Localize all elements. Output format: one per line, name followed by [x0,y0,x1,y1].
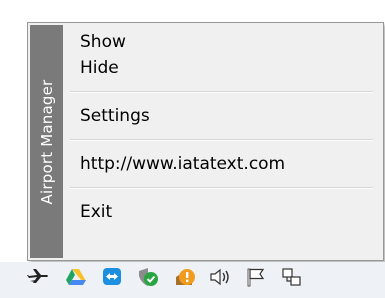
menu-item-exit[interactable]: Exit [66,199,379,225]
airplane-icon[interactable] [26,266,50,288]
teamviewer-icon[interactable] [100,266,124,288]
volume-icon[interactable] [208,266,232,288]
menu-side-band: Airport Manager [30,25,63,258]
tray-context-menu: Airport Manager Show Hide Settings http:… [27,22,384,261]
menu-item-show[interactable]: Show [66,29,379,55]
screen: Airport Manager Show Hide Settings http:… [0,0,385,298]
google-drive-icon[interactable] [64,266,88,288]
menu-separator [70,187,373,189]
action-center-flag-icon[interactable] [244,266,268,288]
menu-item-settings[interactable]: Settings [66,103,379,129]
network-icon[interactable] [280,266,304,288]
security-shield-icon[interactable] [136,266,160,288]
menu-item-hide[interactable]: Hide [66,55,379,81]
menu-item-website-link[interactable]: http://www.iatatext.com [66,151,379,177]
menu-separator [70,91,373,93]
menu-items: Show Hide Settings http://www.iatatext.c… [66,29,379,225]
warning-icon[interactable] [172,266,196,288]
menu-separator [70,139,373,141]
app-name-label: Airport Manager [37,79,56,204]
